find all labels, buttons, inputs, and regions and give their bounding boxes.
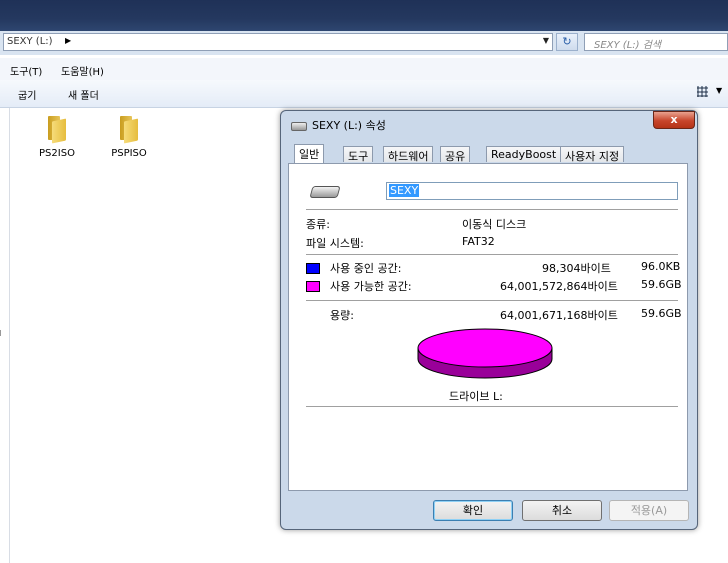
- folder-label: PS2ISO: [39, 148, 75, 159]
- cancel-button[interactable]: 취소: [522, 500, 602, 521]
- used-space-swatch: [306, 263, 320, 274]
- capacity-size: 59.6GB: [641, 307, 682, 320]
- free-space-label: 사용 가능한 공간:: [330, 280, 412, 293]
- window-titlebar: [0, 0, 728, 31]
- address-dropdown-icon[interactable]: ▼: [543, 36, 549, 45]
- close-button[interactable]: x: [653, 111, 695, 129]
- command-toolbar: 굽기 새 폴더 ▼: [0, 80, 728, 108]
- menu-bar: 도구(T) 도움말(H): [0, 58, 728, 81]
- folder-icon: [118, 116, 140, 144]
- folder-item-pspiso[interactable]: PSPISO: [99, 116, 159, 159]
- divider: [306, 209, 678, 210]
- refresh-button[interactable]: ↻: [556, 33, 578, 51]
- filesystem-value: FAT32: [462, 235, 495, 248]
- folder-label: PSPISO: [111, 148, 147, 159]
- tab-sharing[interactable]: 공유: [440, 146, 471, 163]
- used-space-size: 96.0KB: [641, 260, 681, 273]
- capacity-label: 용량:: [330, 309, 354, 322]
- dialog-title: SEXY (L:) 속성: [291, 117, 386, 133]
- dialog-title-text: SEXY (L:) 속성: [312, 119, 386, 132]
- type-value: 이동식 디스크: [462, 218, 527, 231]
- filesystem-label: 파일 시스템:: [306, 237, 364, 250]
- breadcrumb-arrow-icon[interactable]: ▶: [65, 36, 71, 45]
- nav-pane-divider[interactable]: [9, 108, 10, 563]
- tab-customize[interactable]: 사용자 지정: [560, 146, 625, 163]
- address-bar[interactable]: SEXY (L:) ▶ ▼: [3, 33, 553, 51]
- search-placeholder: SEXY (L:) 검색: [594, 40, 662, 51]
- pie-free-slice: [417, 328, 553, 368]
- volume-name-field[interactable]: SEXY: [386, 182, 678, 200]
- folder-item-ps2iso[interactable]: PS2ISO: [27, 116, 87, 159]
- disk-usage-pie: [417, 328, 553, 379]
- drive-icon: [291, 121, 307, 131]
- burn-button[interactable]: 굽기: [18, 87, 36, 102]
- menu-tools[interactable]: 도구(T): [10, 63, 42, 78]
- volume-name-value: SEXY: [389, 184, 420, 197]
- capacity-bytes: 64,001,671,168바이트: [500, 309, 618, 322]
- tab-tools[interactable]: 도구: [343, 146, 374, 163]
- type-label: 종류:: [306, 218, 330, 231]
- divider: [306, 406, 678, 407]
- removable-drive-icon: [309, 186, 341, 198]
- apply-button[interactable]: 적용(A): [609, 500, 689, 521]
- free-space-bytes: 64,001,572,864바이트: [500, 280, 618, 293]
- address-text: SEXY (L:): [7, 36, 53, 47]
- free-space-swatch: [306, 281, 320, 292]
- free-space-size: 59.6GB: [641, 278, 682, 291]
- folder-icon: [46, 116, 68, 144]
- view-options-icon[interactable]: [697, 86, 708, 97]
- search-input[interactable]: SEXY (L:) 검색: [584, 33, 728, 51]
- pane-splitter[interactable]: [0, 330, 7, 336]
- ok-button[interactable]: 확인: [433, 500, 513, 521]
- new-folder-button[interactable]: 새 폴더: [68, 87, 99, 102]
- tab-readyboost[interactable]: ReadyBoost: [486, 146, 562, 162]
- divider: [306, 300, 678, 301]
- view-dropdown-icon[interactable]: ▼: [716, 86, 722, 95]
- menu-help[interactable]: 도움말(H): [61, 63, 104, 78]
- tab-hardware[interactable]: 하드웨어: [383, 146, 434, 163]
- used-space-label: 사용 중인 공간:: [330, 262, 402, 275]
- divider: [306, 254, 678, 255]
- properties-dialog: SEXY (L:) 속성 x 일반 도구 하드웨어 공유 ReadyBoost …: [280, 110, 698, 530]
- address-row: SEXY (L:) ▶ ▼ ↻ SEXY (L:) 검색: [0, 31, 728, 55]
- tab-general[interactable]: 일반: [294, 144, 325, 163]
- used-space-bytes: 98,304바이트: [542, 262, 611, 275]
- drive-caption: 드라이브 L:: [449, 390, 503, 403]
- general-panel: SEXY 종류: 이동식 디스크 파일 시스템: FAT32 사용 중인 공간:…: [288, 163, 688, 491]
